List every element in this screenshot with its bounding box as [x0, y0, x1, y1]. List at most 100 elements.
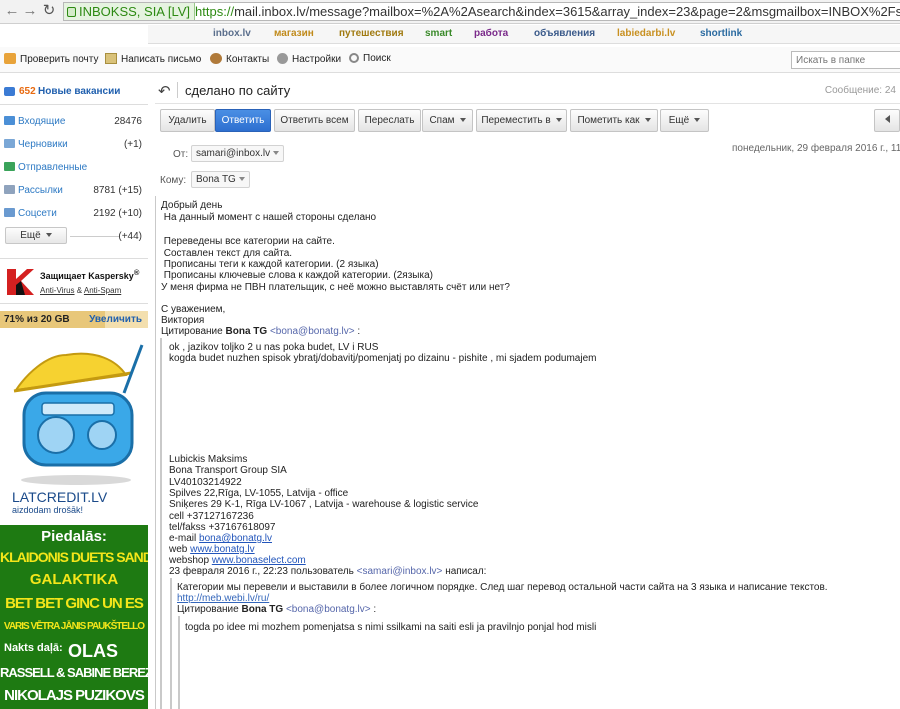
to-label: Кому:	[160, 175, 187, 186]
chevron-down-icon	[694, 118, 701, 122]
to-address[interactable]: Bona TG	[191, 171, 250, 188]
quote-email-link[interactable]: <bona@bonatg.lv>	[286, 604, 371, 615]
portal-link-smart[interactable]: smart	[425, 28, 452, 39]
signature-webshop: webshop www.bonaselect.com	[169, 555, 306, 566]
spam-button[interactable]: Спам	[422, 109, 473, 132]
vacancies-link[interactable]: 652 Новые вакансии	[0, 84, 148, 104]
portal-link-inbox[interactable]: inbox.lv	[213, 28, 251, 39]
reply-all-button[interactable]: Ответить всем	[274, 109, 355, 132]
quote-header: Цитирование Bona TG <bona@bonatg.lv> :	[161, 326, 361, 337]
check-mail-button[interactable]: Проверить почту	[4, 53, 98, 65]
body-line: У меня фирма не ПВН плательщик, с неё мо…	[161, 282, 510, 293]
mark-as-button[interactable]: Пометить как	[570, 109, 658, 132]
folder-drafts[interactable]: Черновики (+1)	[4, 139, 144, 150]
delete-button[interactable]: Удалить	[160, 109, 215, 132]
ad-line: GALAKTIKA	[29, 571, 119, 588]
concert-ad[interactable]: Piedalās: KLAIDONIS DUETS SANDRA GALAKTI…	[0, 525, 148, 709]
more-actions-button[interactable]: Ещё	[660, 109, 709, 132]
quote-link[interactable]: http://meb.webi.lv/ru/	[177, 593, 269, 604]
reply-header-email-link[interactable]: <samari@inbox.lv>	[357, 566, 443, 577]
quote-line: Категории мы перевели и выставили в боле…	[177, 582, 828, 593]
quote-line: kogda budet nuzhen spisok ybratj/dobavit…	[169, 353, 597, 364]
back-arrow-icon[interactable]: ←	[3, 2, 21, 20]
contacts-button[interactable]: Контакты	[210, 53, 269, 65]
folder-sent[interactable]: Отправленные	[4, 162, 144, 173]
contacts-icon	[210, 53, 222, 64]
kaspersky-products: Anti-Virus & Anti-Spam	[40, 286, 122, 295]
portal-link-shop[interactable]: магазин	[274, 28, 314, 39]
body-line: Составлен текст для сайта.	[161, 248, 293, 259]
browser-address-bar: ← → ↻ INBOKSS, SIA [LV] https://mail.inbo…	[0, 0, 900, 24]
site-identity-badge[interactable]: INBOKSS, SIA [LV]	[64, 3, 196, 20]
portal-link-labiedarbi[interactable]: labiedarbi.lv	[617, 28, 675, 39]
folder-newsletters[interactable]: Рассылки 8781 (+15)	[4, 185, 144, 196]
back-arrow-icon[interactable]: ↶	[158, 82, 171, 100]
gear-icon	[277, 53, 288, 64]
from-address[interactable]: samari@inbox.lv	[191, 145, 285, 162]
signature-web-link[interactable]: www.bonatg.lv	[190, 544, 254, 555]
compose-button[interactable]: Написать письмо	[105, 53, 201, 65]
latcredit-ad[interactable]: LATCREDIT.LV aizdodam drošāk!	[0, 333, 148, 523]
chevron-down-icon	[644, 118, 651, 122]
ad-line: BET BET GINC UN ES	[5, 595, 144, 612]
message-counter: Сообщение: 24	[824, 85, 896, 96]
message-view: ↶ сделано по сайту Сообщение: 24 Удалить…	[155, 78, 900, 709]
newsletter-icon	[4, 185, 15, 194]
more-folders-count: (+44)	[118, 231, 142, 242]
message-subject: сделано по сайту	[185, 83, 291, 98]
subject-row: ↶ сделано по сайту Сообщение: 24	[155, 78, 900, 104]
portal-link-travel[interactable]: путешествия	[339, 28, 404, 39]
inbox-icon	[4, 116, 15, 125]
kaspersky-title: Защищает Kaspersky®	[40, 268, 140, 281]
divider	[0, 104, 148, 105]
signature-line: cell +37127167236	[169, 511, 254, 522]
body-line: Переведены все категории на сайте.	[161, 236, 335, 247]
portal-link-jobs[interactable]: работа	[474, 28, 508, 39]
signature-line: Lubickis Maksims	[169, 454, 248, 465]
folder-count: 28476	[114, 116, 142, 127]
ad-line: VARIS VĒTRA JĀNIS PAUKŠTELLO	[3, 621, 145, 632]
forward-arrow-icon[interactable]: →	[21, 2, 39, 20]
folder-inbox[interactable]: Входящие 28476	[4, 116, 144, 127]
portal-link-ads[interactable]: объявления	[534, 28, 595, 39]
move-to-button[interactable]: Переместить в	[476, 109, 567, 132]
folder-social[interactable]: Соцсети 2192 (+10)	[4, 208, 144, 219]
portal-link-shortlink[interactable]: shortlink	[700, 28, 742, 39]
quota-text: 71% из 20 GB	[4, 314, 70, 325]
forward-button[interactable]: Переслать	[358, 109, 421, 132]
body-line: С уважением,	[161, 304, 226, 315]
previous-message-button[interactable]	[874, 109, 900, 132]
divider	[177, 82, 178, 98]
kaspersky-badge[interactable]: Защищает Kaspersky® Anti-Virus & Anti-Sp…	[0, 258, 148, 304]
signature-line: Sniķeres 29 K-1, Rīga LV-1067 , Latvija …	[169, 499, 479, 510]
chevron-down-icon	[238, 177, 245, 181]
drafts-icon	[4, 139, 15, 148]
quote-line: ok , jazikov toljko 2 u nas poka budet, …	[169, 342, 379, 353]
ad-line: RASSELL & SABINE BEREZINA	[0, 665, 148, 680]
social-icon	[4, 208, 15, 217]
signature-email-link[interactable]: bona@bonatg.lv	[199, 533, 272, 544]
increase-quota-link[interactable]: Увеличить	[89, 314, 142, 325]
url-field[interactable]: INBOKSS, SIA [LV] https://mail.inbox.lv/m…	[63, 2, 900, 21]
signature-line: tel/fakss +37167618097	[169, 522, 276, 533]
folder-search-input[interactable]	[791, 51, 900, 69]
more-folders-button[interactable]: Ещё	[5, 227, 67, 244]
reply-button[interactable]: Ответить	[215, 109, 271, 132]
chevron-down-icon	[555, 118, 562, 122]
chevron-down-icon	[459, 118, 466, 122]
body-line: Виктория	[161, 315, 205, 326]
settings-button[interactable]: Настройки	[277, 53, 341, 65]
mail-toolbar: Проверить почту Написать письмо Контакты…	[0, 47, 900, 73]
divider	[70, 236, 120, 237]
signature-email: e-mail bona@bonatg.lv	[169, 533, 272, 544]
search-button[interactable]: Поиск	[349, 53, 391, 64]
signature-webshop-link[interactable]: www.bonaselect.com	[212, 555, 306, 566]
signature-line: Spilves 22,Rīga, LV-1055, Latvija - offi…	[169, 488, 349, 499]
briefcase-icon	[4, 87, 15, 96]
url-path: mail.inbox.lv/message?mailbox=%2A%2Asear…	[234, 4, 900, 19]
body-line: Прописаны теги к каждой категории. (2 яз…	[161, 259, 379, 270]
message-body: Добрый день На данный момент с нашей сто…	[155, 196, 900, 709]
reload-icon[interactable]: ↻	[40, 2, 58, 20]
from-label: От:	[173, 149, 189, 160]
quote-email-link[interactable]: <bona@bonatg.lv>	[270, 326, 355, 337]
